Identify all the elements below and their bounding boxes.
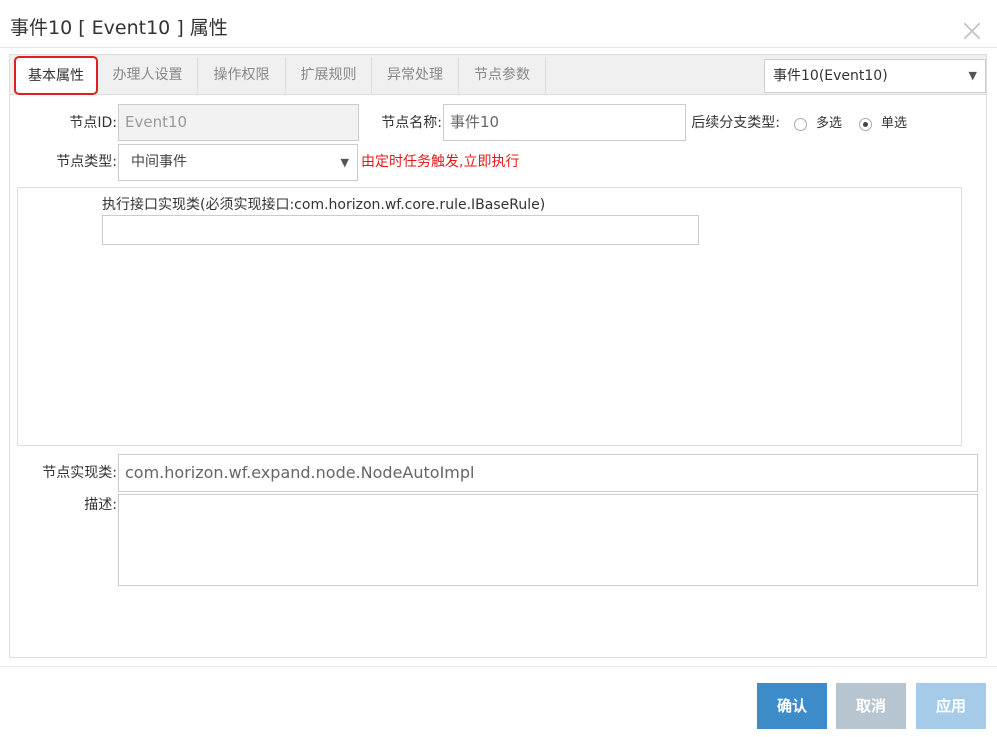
branch-type-label: 后续分支类型: bbox=[691, 115, 780, 131]
dialog-title: 事件10 [ Event10 ] 属性 bbox=[10, 17, 228, 39]
node-id-label: 节点ID: bbox=[69, 115, 117, 131]
radio-multi-select-label: 多选 bbox=[816, 116, 843, 131]
confirm-button[interactable]: 确认 bbox=[757, 683, 827, 729]
node-selector[interactable]: 事件10(Event10) ▼ bbox=[764, 59, 986, 93]
radio-single-select[interactable] bbox=[859, 118, 872, 131]
dialog-titlebar: 事件10 [ Event10 ] 属性 bbox=[0, 0, 997, 48]
tab-basic-properties[interactable]: 基本属性 bbox=[14, 57, 98, 95]
node-id-field[interactable]: Event10 bbox=[118, 104, 359, 141]
tab-extension-rules[interactable]: 扩展规则 bbox=[286, 57, 372, 94]
node-type-select[interactable]: 中间事件 ▼ bbox=[118, 144, 358, 181]
node-type-label: 节点类型: bbox=[56, 154, 117, 170]
apply-button[interactable]: 应用 bbox=[916, 683, 986, 729]
description-textarea[interactable] bbox=[118, 494, 978, 586]
node-selector-value: 事件10(Event10) bbox=[773, 68, 888, 84]
node-name-label: 节点名称: bbox=[381, 115, 442, 131]
cancel-button[interactable]: 取消 bbox=[836, 683, 906, 729]
description-label: 描述: bbox=[84, 497, 117, 513]
node-impl-label: 节点实现类: bbox=[42, 465, 117, 481]
node-type-value: 中间事件 bbox=[131, 154, 187, 170]
node-name-field[interactable]: 事件10 bbox=[443, 104, 686, 141]
node-type-hint: 由定时任务触发,立即执行 bbox=[361, 154, 520, 170]
impl-interface-section: 执行接口实现类(必须实现接口:com.horizon.wf.core.rule.… bbox=[17, 187, 962, 446]
tab-handler-settings[interactable]: 办理人设置 bbox=[98, 57, 198, 94]
dialog-footer: 确认 取消 应用 bbox=[0, 666, 997, 737]
tab-exception-handling[interactable]: 异常处理 bbox=[372, 57, 459, 94]
chevron-down-icon: ▼ bbox=[340, 156, 349, 169]
radio-single-select-label: 单选 bbox=[881, 116, 908, 131]
impl-interface-label: 执行接口实现类(必须实现接口:com.horizon.wf.core.rule.… bbox=[102, 197, 546, 213]
tab-node-parameters[interactable]: 节点参数 bbox=[459, 57, 546, 94]
chevron-down-icon: ▼ bbox=[968, 69, 977, 82]
tab-strip: 基本属性 办理人设置 操作权限 扩展规则 异常处理 节点参数 事件10(Even… bbox=[10, 55, 986, 95]
impl-interface-input[interactable] bbox=[102, 215, 699, 245]
close-icon[interactable] bbox=[961, 20, 983, 42]
properties-panel: 基本属性 办理人设置 操作权限 扩展规则 异常处理 节点参数 事件10(Even… bbox=[9, 54, 987, 658]
node-impl-field[interactable]: com.horizon.wf.expand.node.NodeAutoImpl bbox=[118, 454, 978, 492]
radio-multi-select[interactable] bbox=[794, 118, 807, 131]
tab-permissions[interactable]: 操作权限 bbox=[198, 57, 286, 94]
